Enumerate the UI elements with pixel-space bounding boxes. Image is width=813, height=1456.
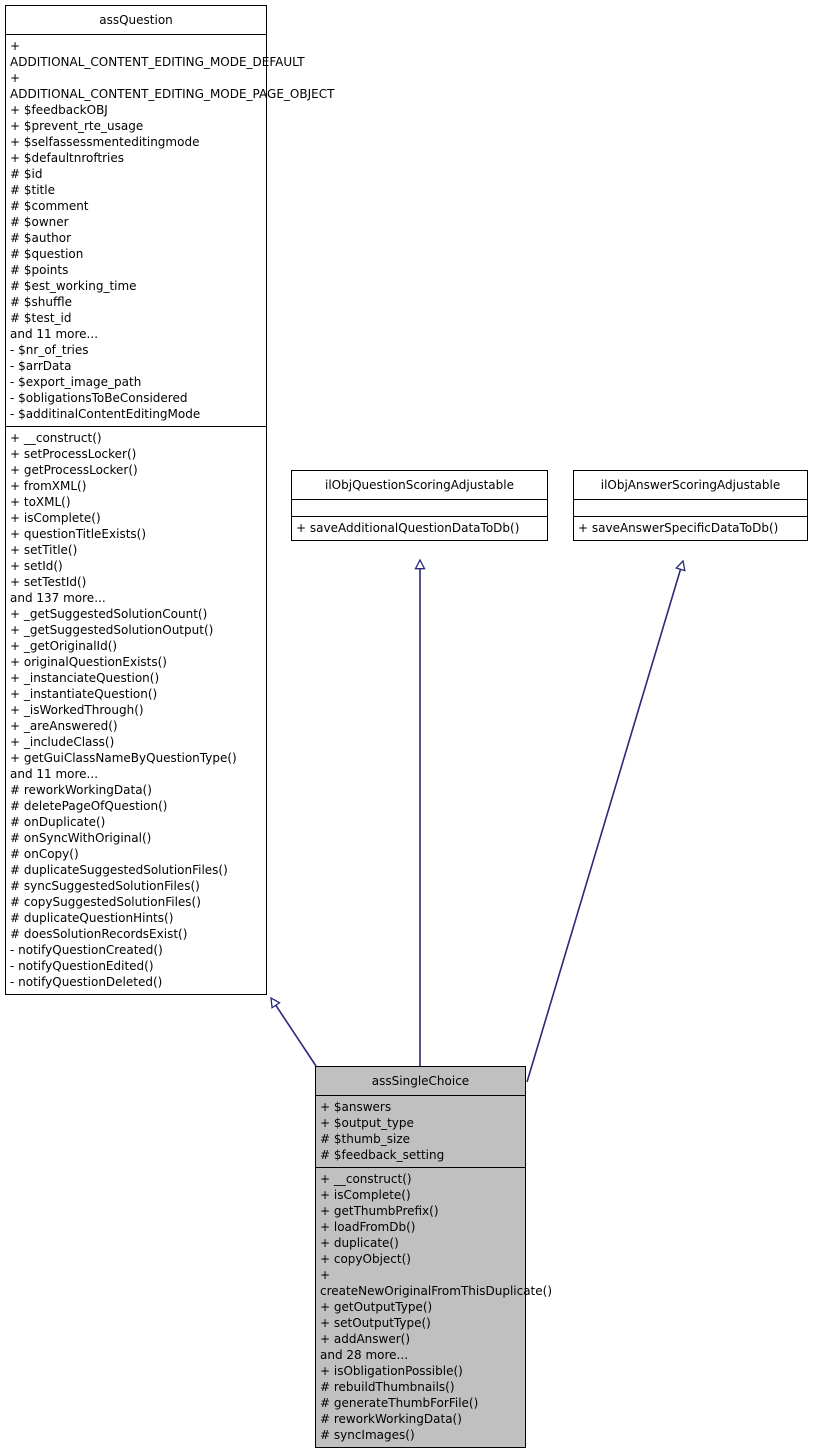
method-row: + setTestId() <box>10 575 87 589</box>
class-box-assquestion[interactable]: assQuestion + ADDITIONAL_CONTENT_EDITING… <box>5 5 335 995</box>
attribute-row: # $owner <box>10 215 69 229</box>
method-row: + saveAdditionalQuestionDataToDb() <box>296 521 520 535</box>
method-row: # rebuildThumbnails() <box>320 1380 455 1394</box>
attribute-row: + $answers <box>320 1100 392 1114</box>
attribute-row: # $title <box>10 183 55 197</box>
attribute-row: - $arrData <box>10 359 72 373</box>
method-row: + addAnswer() <box>320 1332 411 1346</box>
attribute-row: + ADDITIONAL_CONTENT_EDITING_MODE_DEFAUL… <box>10 39 305 69</box>
method-row: and 137 more... <box>10 591 106 605</box>
attributes-compartment-ilobjanswerscoringadjustable <box>574 500 807 517</box>
method-row: + toXML() <box>10 495 71 509</box>
attribute-row: # $est_working_time <box>10 279 137 293</box>
method-row: + _instanciateQuestion() <box>10 671 160 685</box>
attributes-compartment-asssinglechoice: + $answers + $output_type # $thumb_size # $… <box>316 1096 525 1168</box>
method-row: + saveAnswerSpecificDataToDb() <box>578 521 779 535</box>
methods-compartment-ilobjanswerscoringadjustable: + saveAnswerSpecificDataToDb() <box>574 517 807 540</box>
method-row: + copyObject() <box>320 1252 411 1266</box>
attribute-row: # $test_id <box>10 311 72 325</box>
method-row: - notifyQuestionCreated() <box>10 943 163 957</box>
method-row: + duplicate() <box>320 1236 399 1250</box>
method-row: + isComplete() <box>320 1188 411 1202</box>
method-row: # onSyncWithOriginal() <box>10 831 152 845</box>
method-row: # copySuggestedSolutionFiles() <box>10 895 201 909</box>
class-title-ilobjanswerscoringadjustable: ilObjAnswerScoringAdjustable <box>574 471 807 500</box>
attribute-row: # $id <box>10 167 43 181</box>
method-row: + isObligationPossible() <box>320 1364 463 1378</box>
attribute-row: - $additinalContentEditingMode <box>10 407 201 421</box>
method-row: + _includeClass() <box>10 735 115 749</box>
method-row: + questionTitleExists() <box>10 527 147 541</box>
method-row: # onCopy() <box>10 847 79 861</box>
attribute-row: + $prevent_rte_usage <box>10 119 144 133</box>
method-row: + originalQuestionExists() <box>10 655 167 669</box>
method-row: # reworkWorkingData() <box>320 1412 462 1426</box>
method-row: # deletePageOfQuestion() <box>10 799 168 813</box>
attribute-row: + $feedbackOBJ <box>10 103 108 117</box>
method-row: + _getSuggestedSolutionCount() <box>10 607 208 621</box>
method-row: + _areAnswered() <box>10 719 118 733</box>
method-row: # reworkWorkingData() <box>10 783 152 797</box>
method-row: + createNewOriginalFromThisDuplicate() <box>320 1268 553 1298</box>
attribute-row: # $thumb_size <box>320 1132 410 1146</box>
attribute-row: # $shuffle <box>10 295 72 309</box>
method-row: + getOutputType() <box>320 1300 433 1314</box>
method-row: + getGuiClassNameByQuestionType() <box>10 751 237 765</box>
attributes-compartment-ilobjquestionscoringadjustable <box>292 500 547 517</box>
method-row: # doesSolutionRecordsExist() <box>10 927 188 941</box>
uml-class-diagram: assQuestion + ADDITIONAL_CONTENT_EDITING… <box>0 0 813 1456</box>
method-row: # generateThumbForFile() <box>320 1396 479 1410</box>
attribute-row: + $output_type <box>320 1116 414 1130</box>
attribute-row: + $defaultnroftries <box>10 151 124 165</box>
method-row: + _getSuggestedSolutionOutput() <box>10 623 214 637</box>
class-title-assquestion: assQuestion <box>6 6 266 35</box>
method-row: + isComplete() <box>10 511 101 525</box>
attribute-row: + $selfassessmenteditingmode <box>10 135 200 149</box>
method-row: + loadFromDb() <box>320 1220 416 1234</box>
method-row: + getProcessLocker() <box>10 463 138 477</box>
method-row: + _getOriginalId() <box>10 639 118 653</box>
attribute-row: # $points <box>10 263 69 277</box>
method-row: + setTitle() <box>10 543 78 557</box>
class-title-ilobjquestionscoringadjustable: ilObjQuestionScoringAdjustable <box>292 471 547 500</box>
method-row: + fromXML() <box>10 479 87 493</box>
method-row: and 11 more... <box>10 767 99 781</box>
method-row: - notifyQuestionDeleted() <box>10 975 163 989</box>
method-row: + __construct() <box>10 431 102 445</box>
attribute-row: + ADDITIONAL_CONTENT_EDITING_MODE_PAGE_O… <box>10 71 335 101</box>
method-row: + setOutputType() <box>320 1316 431 1330</box>
methods-compartment-assquestion: + __construct() + setProcessLocker() + get… <box>6 427 266 994</box>
methods-compartment-ilobjquestionscoringadjustable: + saveAdditionalQuestionDataToDb() <box>292 517 547 540</box>
method-row: + _isWorkedThrough() <box>10 703 144 717</box>
methods-compartment-asssinglechoice: + __construct() + isComplete() + getThumbP… <box>316 1168 553 1447</box>
method-row: # duplicateQuestionHints() <box>10 911 174 925</box>
method-row: # syncSuggestedSolutionFiles() <box>10 879 200 893</box>
attribute-row: and 11 more... <box>10 327 99 341</box>
attribute-row: # $feedback_setting <box>320 1148 445 1162</box>
class-box-ilobjquestionscoringadjustable[interactable]: ilObjQuestionScoringAdjustable + saveAdd… <box>291 470 548 541</box>
method-row: + _instantiateQuestion() <box>10 687 158 701</box>
edge-asssinglechoice-to-ilobjanswerscoringadjustable <box>526 561 683 1083</box>
attribute-row: # $author <box>10 231 72 245</box>
class-box-ilobjanswerscoringadjustable[interactable]: ilObjAnswerScoringAdjustable + saveAnswe… <box>573 470 808 541</box>
attributes-compartment-assquestion: + ADDITIONAL_CONTENT_EDITING_MODE_DEFAUL… <box>6 35 335 427</box>
attribute-row: # $comment <box>10 199 89 213</box>
method-row: + __construct() <box>320 1172 412 1186</box>
attribute-row: - $obligationsToBeConsidered <box>10 391 188 405</box>
method-row: + setProcessLocker() <box>10 447 137 461</box>
method-row: # onDuplicate() <box>10 815 106 829</box>
class-title-asssinglechoice: assSingleChoice <box>316 1067 525 1096</box>
attribute-row: - $export_image_path <box>10 375 142 389</box>
method-row: + setId() <box>10 559 63 573</box>
method-row: and 28 more... <box>320 1348 409 1362</box>
method-row: - notifyQuestionEdited() <box>10 959 154 973</box>
method-row: # syncImages() <box>320 1428 415 1442</box>
method-row: # duplicateSuggestedSolutionFiles() <box>10 863 228 877</box>
edge-asssinglechoice-to-assquestion <box>271 998 317 1067</box>
class-box-asssinglechoice[interactable]: assSingleChoice + $answers + $output_type… <box>315 1066 553 1448</box>
method-row: + getThumbPrefix() <box>320 1204 439 1218</box>
attribute-row: - $nr_of_tries <box>10 343 89 357</box>
attribute-row: # $question <box>10 247 84 261</box>
